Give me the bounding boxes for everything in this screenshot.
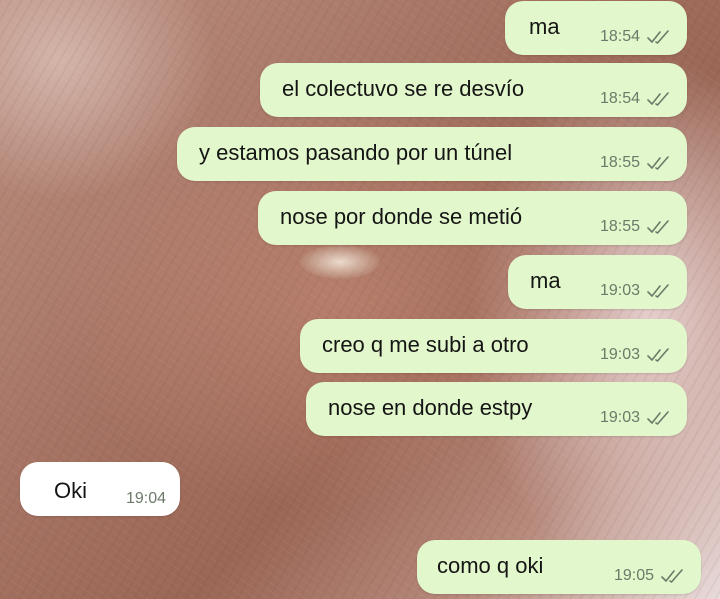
message-time: 19:03 bbox=[599, 409, 640, 426]
message-bubble-outgoing[interactable]: como q oki 19:05 bbox=[417, 540, 701, 594]
double-check-icon bbox=[647, 411, 669, 425]
message-text: y estamos pasando por un túnel bbox=[199, 140, 513, 165]
double-check-icon bbox=[647, 284, 669, 298]
message-text: ma bbox=[530, 268, 561, 293]
message-text: creo q me subi a otro bbox=[322, 332, 529, 357]
message-meta: 19:04 bbox=[126, 490, 166, 508]
message-bubble-incoming[interactable]: Oki 19:04 bbox=[20, 462, 180, 516]
message-bubble-outgoing[interactable]: ma 18:54 bbox=[505, 1, 687, 55]
message-meta: 18:55 bbox=[600, 218, 671, 236]
message-meta: 19:03 bbox=[600, 346, 671, 364]
message-meta: 19:03 bbox=[600, 409, 671, 427]
message-meta: 18:55 bbox=[600, 154, 671, 172]
double-check-icon bbox=[647, 30, 669, 44]
message-text: el colectuvo se re desvío bbox=[282, 76, 525, 101]
message-time: 19:03 bbox=[599, 282, 640, 299]
message-bubble-outgoing[interactable]: y estamos pasando por un túnel 18:55 bbox=[177, 127, 687, 181]
message-time: 19:03 bbox=[599, 346, 640, 363]
message-bubble-outgoing[interactable]: ma 19:03 bbox=[508, 255, 687, 309]
wallpaper-detail bbox=[300, 245, 380, 279]
message-time: 18:54 bbox=[599, 28, 640, 45]
message-time: 18:54 bbox=[599, 90, 640, 107]
message-meta: 19:03 bbox=[600, 282, 671, 300]
message-text: Oki bbox=[54, 478, 87, 503]
message-time: 18:55 bbox=[599, 218, 640, 235]
message-meta: 19:05 bbox=[614, 567, 685, 585]
message-time: 19:05 bbox=[613, 567, 654, 584]
message-meta: 18:54 bbox=[600, 90, 671, 108]
message-text: como q oki bbox=[437, 553, 544, 578]
message-bubble-outgoing[interactable]: creo q me subi a otro 19:03 bbox=[300, 319, 687, 373]
double-check-icon bbox=[647, 92, 669, 106]
message-time: 19:04 bbox=[125, 490, 166, 507]
message-time: 18:55 bbox=[599, 154, 640, 171]
double-check-icon bbox=[661, 569, 683, 583]
message-bubble-outgoing[interactable]: nose por donde se metió 18:55 bbox=[258, 191, 687, 245]
message-text: nose por donde se metió bbox=[280, 204, 523, 229]
message-text: nose en donde estpy bbox=[328, 395, 533, 420]
double-check-icon bbox=[647, 348, 669, 362]
message-bubble-outgoing[interactable]: el colectuvo se re desvío 18:54 bbox=[260, 63, 687, 117]
message-bubble-outgoing[interactable]: nose en donde estpy 19:03 bbox=[306, 382, 687, 436]
message-text: ma bbox=[529, 14, 560, 39]
double-check-icon bbox=[647, 156, 669, 170]
message-meta: 18:54 bbox=[600, 28, 671, 46]
double-check-icon bbox=[647, 220, 669, 234]
